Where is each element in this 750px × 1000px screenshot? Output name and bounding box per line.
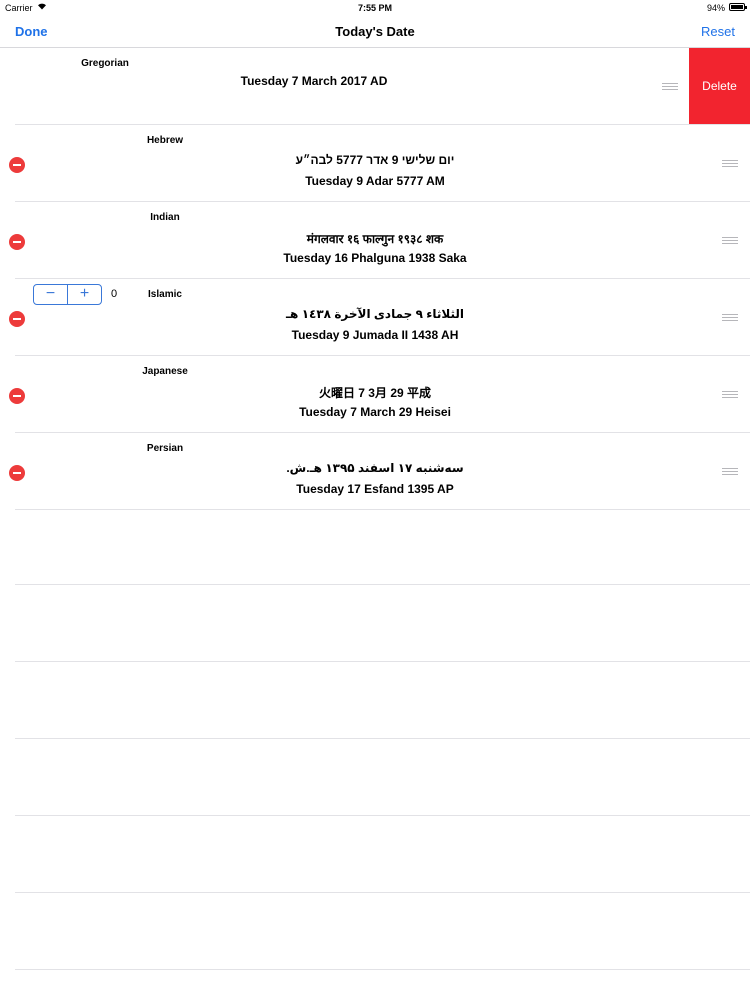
calendar-row-indian[interactable]: Indian मंगलवार १६ फाल्गुन १९३८ शक Tuesda… bbox=[0, 202, 750, 279]
calendar-name: Gregorian bbox=[81, 58, 129, 69]
status-bar: Carrier 7:55 PM 94% bbox=[0, 0, 750, 16]
english-date: Tuesday 9 Adar 5777 AM bbox=[305, 174, 445, 188]
stepper-decrement-button[interactable]: − bbox=[34, 285, 67, 304]
calendar-name: Islamic bbox=[148, 289, 182, 300]
reorder-handle-icon[interactable] bbox=[722, 391, 738, 399]
battery-icon bbox=[729, 3, 747, 11]
empty-row-separator bbox=[15, 661, 750, 662]
status-time: 7:55 PM bbox=[357, 3, 392, 13]
english-date: Tuesday 7 March 2017 AD bbox=[240, 74, 388, 88]
english-date: Tuesday 17 Esfand 1395 AP bbox=[296, 482, 454, 496]
row-separator bbox=[15, 509, 750, 510]
native-date: سه‌شنبه ۱۷ اسفند ۱۳۹۵ هـ.ش. bbox=[286, 461, 464, 475]
navigation-bar: Done Today's Date Reset bbox=[0, 16, 750, 48]
native-date: יום שלישי 9 אדר 5777 לבה״ע bbox=[295, 153, 455, 167]
empty-row-separator bbox=[15, 969, 750, 970]
offset-stepper[interactable]: − + bbox=[33, 284, 102, 305]
native-date: 火曜日 7 3月 29 平成 bbox=[318, 386, 432, 400]
empty-row-separator bbox=[15, 815, 750, 816]
calendar-row-persian[interactable]: Persian سه‌شنبه ۱۷ اسفند ۱۳۹۵ هـ.ش. Tues… bbox=[0, 433, 750, 510]
calendar-row-hebrew[interactable]: Hebrew יום שלישי 9 אדר 5777 לבה״ע Tuesda… bbox=[0, 125, 750, 202]
calendar-row-islamic[interactable]: − + 0 Islamic الثلاثاء ٩ جمادى الآخرة ١٤… bbox=[0, 279, 750, 356]
reorder-handle-icon[interactable] bbox=[722, 237, 738, 245]
calendar-row-japanese[interactable]: Japanese 火曜日 7 3月 29 平成 Tuesday 7 March … bbox=[0, 356, 750, 433]
english-date: Tuesday 16 Phalguna 1938 Saka bbox=[283, 251, 467, 265]
calendar-name: Persian bbox=[146, 443, 184, 454]
calendar-row-gregorian[interactable]: Gregorian Tuesday 7 March 2017 AD Delete bbox=[0, 48, 750, 125]
battery-percentage: 94% bbox=[706, 3, 725, 13]
native-date: मंगलवार १६ फाल्गुन १९३८ शक bbox=[306, 232, 444, 246]
reorder-handle-icon[interactable] bbox=[722, 468, 738, 476]
calendar-name: Hebrew bbox=[146, 135, 184, 146]
empty-row-separator bbox=[15, 892, 750, 893]
delete-button[interactable]: Delete bbox=[689, 48, 750, 124]
stepper-increment-button[interactable]: + bbox=[67, 285, 101, 304]
calendar-name: Japanese bbox=[142, 366, 188, 377]
reorder-handle-icon[interactable] bbox=[722, 314, 738, 322]
page-title: Today's Date bbox=[335, 24, 415, 39]
english-date: Tuesday 9 Jumada II 1438 AH bbox=[291, 328, 459, 342]
empty-row-separator bbox=[15, 584, 750, 585]
english-date: Tuesday 7 March 29 Heisei bbox=[299, 405, 451, 419]
calendar-name: Indian bbox=[150, 212, 180, 223]
native-date: الثلاثاء ٩ جمادى الآخرة ١٤٣٨ هـ bbox=[285, 307, 465, 321]
reorder-handle-icon[interactable] bbox=[722, 160, 738, 168]
empty-row-separator bbox=[15, 738, 750, 739]
reset-button[interactable]: Reset bbox=[701, 24, 735, 39]
reorder-handle-icon[interactable] bbox=[662, 83, 678, 91]
